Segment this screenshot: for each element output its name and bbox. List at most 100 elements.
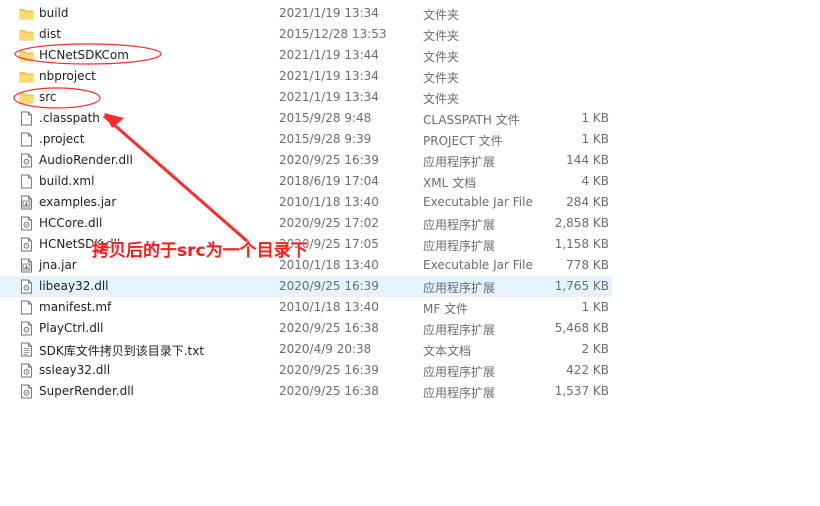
folder-icon <box>19 69 34 84</box>
file-type: 应用程序扩展 <box>423 155 496 169</box>
file-row[interactable]: examples.jar 2010/1/18 13:40 Executable Ja… <box>0 192 612 213</box>
folder-icon <box>19 90 34 105</box>
file-type: Executable Jar File <box>423 195 533 209</box>
file-size: 1,537 KB <box>554 384 609 398</box>
file-name[interactable]: nbproject <box>39 69 96 83</box>
file-row[interactable]: nbproject 2021/1/19 13:34 文件夹 <box>0 66 612 87</box>
file-type: 应用程序扩展 <box>423 365 496 379</box>
file-row[interactable]: build 2021/1/19 13:34 文件夹 <box>0 3 612 24</box>
file-icon <box>19 174 34 189</box>
file-type: 应用程序扩展 <box>423 218 496 232</box>
file-name[interactable]: HCNetSDKCom <box>39 48 129 62</box>
file-name[interactable]: PlayCtrl.dll <box>39 321 103 335</box>
file-row[interactable]: src 2021/1/19 13:34 文件夹 <box>0 87 612 108</box>
file-type: CLASSPATH 文件 <box>423 113 520 127</box>
dll-icon <box>19 321 34 336</box>
file-name[interactable]: dist <box>39 27 61 41</box>
file-name[interactable]: manifest.mf <box>39 300 111 314</box>
jar-icon <box>19 258 34 273</box>
file-date-modified: 2020/4/9 20:38 <box>279 342 372 356</box>
file-date-modified: 2010/1/18 13:40 <box>279 195 379 209</box>
dll-icon <box>19 384 34 399</box>
file-row[interactable]: SDK库文件拷贝到该目录下.txt 2020/4/9 20:38 文本文档 2 KB <box>0 339 612 360</box>
file-date-modified: 2020/9/25 16:38 <box>279 321 379 335</box>
file-date-modified: 2015/9/28 9:48 <box>279 111 372 125</box>
file-row[interactable]: libeay32.dll 2020/9/25 16:39 应用程序扩展 1,765 K… <box>0 276 612 297</box>
file-icon <box>19 300 34 315</box>
file-type: PROJECT 文件 <box>423 134 503 148</box>
file-size: 2 KB <box>581 342 609 356</box>
file-date-modified: 2015/12/28 13:53 <box>279 27 387 41</box>
file-type: 文件夹 <box>423 71 460 85</box>
file-row[interactable]: .classpath 2015/9/28 9:48 CLASSPATH 文件 1 KB <box>0 108 612 129</box>
file-name[interactable]: SDK库文件拷贝到该目录下.txt <box>39 342 204 359</box>
file-icon <box>19 111 34 126</box>
folder-icon <box>19 48 34 63</box>
file-name[interactable]: .project <box>39 132 84 146</box>
file-size: 284 KB <box>566 195 609 209</box>
file-type: Executable Jar File <box>423 258 533 272</box>
file-type: 文本文档 <box>423 344 472 358</box>
file-size: 2,858 KB <box>554 216 609 230</box>
dll-icon <box>19 153 34 168</box>
file-date-modified: 2020/9/25 16:38 <box>279 384 379 398</box>
dll-icon <box>19 279 34 294</box>
file-type: 应用程序扩展 <box>423 323 496 337</box>
file-type: 应用程序扩展 <box>423 386 496 400</box>
file-type: 文件夹 <box>423 92 460 106</box>
annotation-text: 拷贝后的于src为一个目录下 <box>92 241 308 261</box>
file-icon <box>19 132 34 147</box>
file-row[interactable]: .project 2015/9/28 9:39 PROJECT 文件 1 KB <box>0 129 612 150</box>
file-date-modified: 2010/1/18 13:40 <box>279 300 379 314</box>
file-size: 1,158 KB <box>554 237 609 251</box>
file-date-modified: 2021/1/19 13:34 <box>279 6 379 20</box>
file-name[interactable]: build <box>39 6 69 20</box>
file-list: build 2021/1/19 13:34 文件夹 dist 2015/12/28 13… <box>0 3 820 402</box>
file-name[interactable]: build.xml <box>39 174 94 188</box>
file-row[interactable]: SuperRender.dll 2020/9/25 16:38 应用程序扩展 1,53… <box>0 381 612 402</box>
file-type: 应用程序扩展 <box>423 239 496 253</box>
file-date-modified: 2020/9/25 17:02 <box>279 216 379 230</box>
folder-icon <box>19 27 34 42</box>
file-name[interactable]: ssleay32.dll <box>39 363 110 377</box>
file-name[interactable]: jna.jar <box>39 258 77 272</box>
file-row[interactable]: dist 2015/12/28 13:53 文件夹 <box>0 24 612 45</box>
file-date-modified: 2015/9/28 9:39 <box>279 132 372 146</box>
file-name[interactable]: SuperRender.dll <box>39 384 134 398</box>
file-size: 1 KB <box>581 111 609 125</box>
file-size: 1 KB <box>581 300 609 314</box>
file-size: 778 KB <box>566 258 609 272</box>
file-name[interactable]: .classpath <box>39 111 100 125</box>
file-name[interactable]: libeay32.dll <box>39 279 109 293</box>
file-date-modified: 2020/9/25 16:39 <box>279 153 379 167</box>
file-date-modified: 2020/9/25 16:39 <box>279 279 379 293</box>
dll-icon <box>19 237 34 252</box>
file-size: 5,468 KB <box>554 321 609 335</box>
file-row[interactable]: HCCore.dll 2020/9/25 17:02 应用程序扩展 2,858 KB <box>0 213 612 234</box>
jar-icon <box>19 195 34 210</box>
file-row[interactable]: AudioRender.dll 2020/9/25 16:39 应用程序扩展 144 … <box>0 150 612 171</box>
file-type: 文件夹 <box>423 29 460 43</box>
file-size: 422 KB <box>566 363 609 377</box>
file-type: XML 文档 <box>423 176 477 190</box>
folder-icon <box>19 6 34 21</box>
file-row[interactable]: HCNetSDKCom 2021/1/19 13:44 文件夹 <box>0 45 612 66</box>
file-name[interactable]: AudioRender.dll <box>39 153 133 167</box>
file-size: 4 KB <box>581 174 609 188</box>
file-name[interactable]: src <box>39 90 57 104</box>
file-row[interactable]: build.xml 2018/6/19 17:04 XML 文档 4 KB <box>0 171 612 192</box>
dll-icon <box>19 363 34 378</box>
file-name[interactable]: examples.jar <box>39 195 116 209</box>
dll-icon <box>19 216 34 231</box>
file-row[interactable]: ssleay32.dll 2020/9/25 16:39 应用程序扩展 422 KB <box>0 360 612 381</box>
file-size: 1,765 KB <box>554 279 609 293</box>
file-type: 文件夹 <box>423 50 460 64</box>
file-date-modified: 2018/6/19 17:04 <box>279 174 379 188</box>
file-type: MF 文件 <box>423 302 469 316</box>
file-name[interactable]: HCCore.dll <box>39 216 102 230</box>
file-row[interactable]: PlayCtrl.dll 2020/9/25 16:38 应用程序扩展 5,468 K… <box>0 318 612 339</box>
file-date-modified: 2021/1/19 13:44 <box>279 48 379 62</box>
text-file-icon <box>19 342 34 357</box>
file-date-modified: 2021/1/19 13:34 <box>279 90 379 104</box>
file-row[interactable]: manifest.mf 2010/1/18 13:40 MF 文件 1 KB <box>0 297 612 318</box>
